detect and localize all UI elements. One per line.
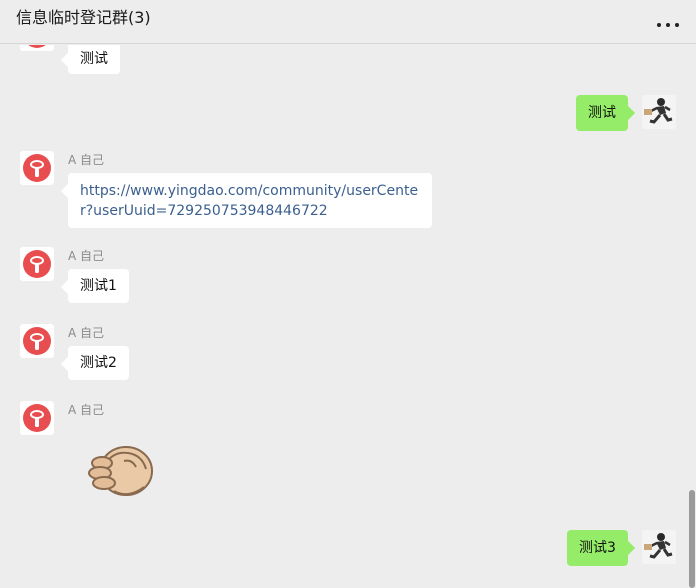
avatar[interactable]	[20, 401, 54, 435]
fist-bump-icon[interactable]	[84, 441, 156, 505]
chat-title: 信息临时登记群(3)	[16, 8, 151, 27]
own-message-bubble[interactable]: 测试3	[567, 530, 628, 566]
sender-name: A 自己	[68, 249, 105, 263]
scrollbar[interactable]	[688, 490, 696, 588]
sender-name: A 自己	[68, 403, 105, 417]
scrollbar-thumb[interactable]	[689, 490, 695, 588]
avatar[interactable]	[20, 324, 54, 358]
my-avatar[interactable]	[642, 95, 676, 129]
more-dots-icon[interactable]	[656, 10, 682, 34]
avatar[interactable]	[20, 151, 54, 185]
link-message-bubble[interactable]: https://www.yingdao.com/community/userCe…	[68, 173, 432, 228]
message-list[interactable]: 测试 测试 A 自己 https://www.yingdao.com/commu…	[0, 45, 696, 588]
message-bubble[interactable]: 测试1	[68, 269, 129, 303]
message-bubble[interactable]: 测试	[68, 45, 120, 74]
brand-logo-icon	[23, 45, 51, 48]
brand-logo-icon	[23, 154, 51, 182]
sender-name: A 自己	[68, 153, 105, 167]
avatar[interactable]	[20, 247, 54, 281]
message-bubble[interactable]: 测试2	[68, 346, 129, 380]
avatar[interactable]	[20, 45, 54, 51]
chat-header: 信息临时登记群(3)	[0, 0, 696, 44]
own-message-bubble[interactable]: 测试	[576, 95, 628, 131]
running-man-icon	[642, 530, 676, 564]
brand-logo-icon	[23, 327, 51, 355]
sender-name: A 自己	[68, 326, 105, 340]
brand-logo-icon	[23, 250, 51, 278]
my-avatar[interactable]	[642, 530, 676, 564]
running-man-icon	[642, 95, 676, 129]
brand-logo-icon	[23, 404, 51, 432]
